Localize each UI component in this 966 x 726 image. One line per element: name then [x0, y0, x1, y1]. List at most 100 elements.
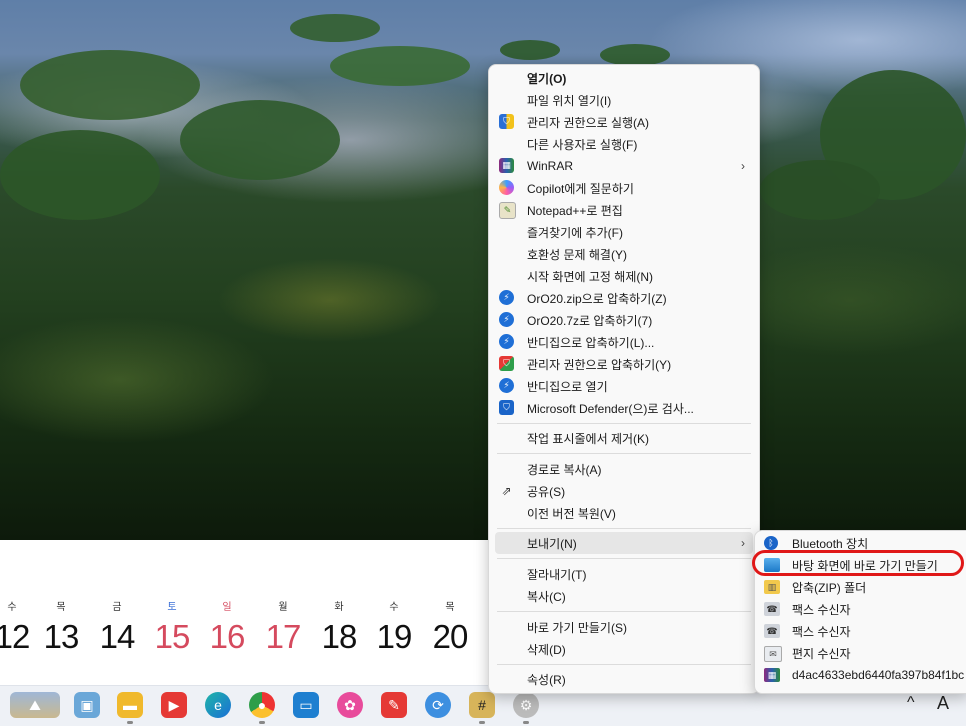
menu-item-create-shortcut[interactable]: 바로 가기 만들기(S) [495, 616, 753, 638]
running-indicator [259, 721, 265, 724]
submenu-item-label: d4ac4633ebd6440fa397b84f1bc [792, 668, 965, 682]
menu-item-label: 복사(C) [527, 589, 566, 604]
menu-separator [497, 423, 751, 424]
menu-item-unpin-from-taskbar[interactable]: 작업 표시줄에서 제거(K) [495, 427, 753, 449]
bandizip-shield-icon: ⛉ [499, 356, 514, 371]
menu-item-ask-copilot[interactable]: Copilot에게 질문하기 [495, 177, 753, 199]
menu-item-copy-as-path[interactable]: 경로로 복사(A) [495, 458, 753, 480]
menu-item-delete[interactable]: 삭제(D) [495, 638, 753, 660]
submenu-item-label: 압축(ZIP) 폴더 [792, 580, 867, 595]
send-to-fax[interactable]: ☎ 팩스 수신자 [761, 598, 966, 620]
menu-item-label: 다른 사용자로 실행(F) [527, 137, 638, 152]
menu-item-unpin-from-start[interactable]: 시작 화면에 고정 해제(N) [495, 265, 753, 287]
menu-item-defender-scan[interactable]: ⛉ Microsoft Defender(으)로 검사... [495, 397, 753, 419]
youtube-music-icon[interactable]: ▶ [161, 692, 187, 718]
computer-icon[interactable]: ▣ [74, 692, 100, 718]
menu-item-label: 관리자 권한으로 압축하기(Y) [527, 357, 672, 372]
day-of-week: 목 [445, 602, 455, 613]
menu-item-troubleshoot-compatibility[interactable]: 호환성 문제 해결(Y) [495, 243, 753, 265]
bandizip-icon: ⚡ [499, 312, 514, 327]
sync-app-icon[interactable]: ⟳ [425, 692, 451, 718]
send-to-zip-folder[interactable]: ▥ 압축(ZIP) 폴더 [761, 576, 966, 598]
send-to-winrar-archive[interactable]: ▦ d4ac4633ebd6440fa397b84f1bc [761, 664, 966, 686]
menu-item-compress-7z[interactable]: ⚡ OrO20.7z로 압축하기(7) [495, 309, 753, 331]
menu-item-label: 호환성 문제 해결(Y) [527, 247, 627, 262]
menu-item-label: 열기(O) [527, 71, 567, 86]
menu-item-restore-previous-versions[interactable]: 이전 버전 복원(V) [495, 502, 753, 524]
menu-separator [497, 664, 751, 665]
winrar-icon: ▦ [764, 668, 780, 682]
send-to-mail[interactable]: ✉ 편지 수신자 [761, 642, 966, 664]
menu-item-share[interactable]: ⇗ 공유(S) [495, 480, 753, 502]
baduk-game-icon[interactable]: # [469, 692, 495, 718]
menu-item-label: Microsoft Defender(으)로 검사... [527, 401, 694, 416]
menu-item-label: OrO20.7z로 압축하기(7) [527, 313, 653, 328]
submenu-item-label: 편지 수신자 [792, 646, 851, 661]
menu-separator [497, 558, 751, 559]
menu-item-winrar[interactable]: ▦ WinRAR › [495, 155, 753, 177]
menu-item-properties[interactable]: 속성(R) [495, 668, 753, 690]
menu-item-copy[interactable]: 복사(C) [495, 585, 753, 607]
tool-app-icon[interactable]: ⚙ [513, 692, 539, 718]
menu-item-open-file-location[interactable]: 파일 위치 열기(I) [495, 89, 753, 111]
day-of-week: 월 [278, 602, 288, 613]
day-number: 19 [376, 618, 413, 655]
submenu-item-label: 팩스 수신자 [792, 624, 851, 639]
day-of-week: 목 [56, 602, 66, 613]
day-number: 17 [265, 618, 302, 655]
highlight-annotation [752, 550, 964, 576]
menu-item-add-to-favorites[interactable]: 즐겨찾기에 추가(F) [495, 221, 753, 243]
menu-item-label: 삭제(D) [527, 642, 566, 657]
menu-item-label: OrO20.zip으로 압축하기(Z) [527, 291, 667, 306]
day-number: 14 [99, 618, 136, 655]
day-number: 15 [154, 618, 191, 655]
day-of-week: 수 [389, 602, 399, 613]
notes-app-icon[interactable]: ✎ [381, 692, 407, 718]
copilot-icon [499, 180, 514, 195]
day-of-week: 수 [7, 602, 17, 613]
menu-separator [497, 453, 751, 454]
show-hidden-icons-button[interactable]: ^ [907, 694, 915, 712]
running-indicator [479, 721, 485, 724]
input-method-indicator[interactable]: A [937, 693, 949, 714]
menu-item-open[interactable]: 열기(O) [495, 67, 753, 89]
notepadpp-icon: ✎ [499, 202, 516, 219]
landscape-widget-icon[interactable]: ⛰ [10, 692, 60, 718]
menu-item-label: Notepad++로 편집 [527, 203, 623, 218]
menu-item-compress-zip[interactable]: ⚡ OrO20.zip으로 압축하기(Z) [495, 287, 753, 309]
menu-item-compress-as-admin[interactable]: ⛉ 관리자 권한으로 압축하기(Y) [495, 353, 753, 375]
menu-item-edit-notepadpp[interactable]: ✎ Notepad++로 편집 [495, 199, 753, 221]
share-icon: ⇗ [501, 483, 512, 498]
menu-item-send-to[interactable]: 보내기(N) › [495, 532, 753, 554]
menu-item-label: 공유(S) [527, 484, 566, 499]
monitor-app-icon[interactable]: ▭ [293, 692, 319, 718]
chrome-icon[interactable]: ● [249, 692, 275, 718]
menu-item-label: 바로 가기 만들기(S) [527, 620, 627, 635]
menu-item-compress-bandizip[interactable]: ⚡ 반디집으로 압축하기(L)... [495, 331, 753, 353]
day-of-week: 일 [222, 602, 232, 613]
day-of-week: 토 [167, 602, 177, 613]
context-menu: 열기(O) 파일 위치 열기(I) ⛉ 관리자 권한으로 실행(A) 다른 사용자… [488, 64, 760, 694]
submenu-item-label: Bluetooth 장치 [792, 536, 869, 551]
desktop-wallpaper [0, 0, 966, 540]
day-of-week: 화 [334, 602, 344, 613]
menu-item-run-as-other-user[interactable]: 다른 사용자로 실행(F) [495, 133, 753, 155]
day-of-week: 금 [112, 602, 122, 613]
photos-app-icon[interactable]: ✿ [337, 692, 363, 718]
send-to-fax[interactable]: ☎ 팩스 수신자 [761, 620, 966, 642]
menu-item-label: Copilot에게 질문하기 [527, 181, 634, 196]
menu-item-open-bandizip[interactable]: ⚡ 반디집으로 열기 [495, 375, 753, 397]
mail-icon: ✉ [764, 646, 782, 662]
file-explorer-icon[interactable]: ▬ [117, 692, 143, 718]
menu-item-label: 잘라내기(T) [527, 567, 587, 582]
bandizip-icon: ⚡ [499, 378, 514, 393]
edge-icon[interactable]: e [205, 692, 231, 718]
day-number: 16 [209, 618, 246, 655]
menu-item-cut[interactable]: 잘라내기(T) [495, 563, 753, 585]
menu-item-label: 즐겨찾기에 추가(F) [527, 225, 623, 240]
fax-icon: ☎ [764, 624, 780, 638]
menu-item-run-as-admin[interactable]: ⛉ 관리자 권한으로 실행(A) [495, 111, 753, 133]
zip-folder-icon: ▥ [764, 580, 780, 594]
day-number: 13 [43, 618, 80, 655]
day-number: 20 [432, 618, 469, 655]
